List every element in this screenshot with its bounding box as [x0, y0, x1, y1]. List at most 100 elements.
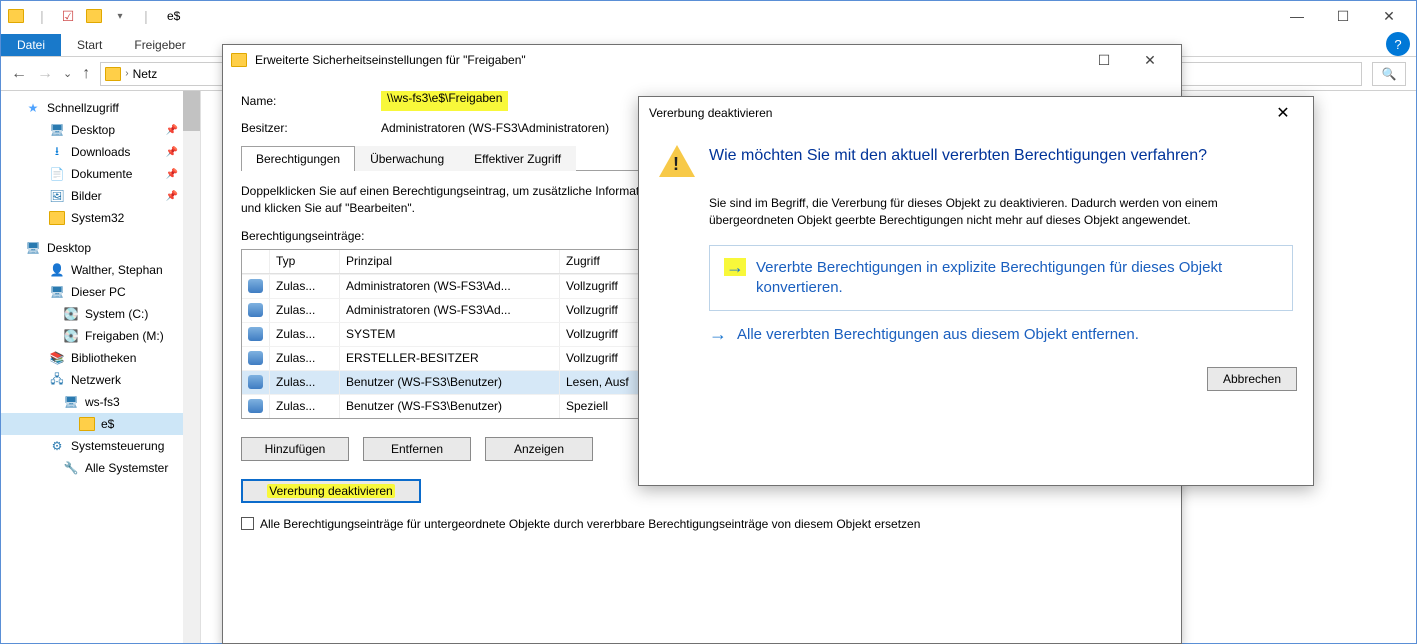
explorer-title-bar: | ☑ ▾ | e$ — ☐ ✕	[1, 1, 1416, 31]
cancel-button[interactable]: Abbrechen	[1207, 367, 1297, 391]
pin-icon: 📌	[166, 125, 178, 136]
disable-inheritance-button[interactable]: Vererbung deaktivieren	[241, 479, 421, 503]
disable-inheritance-label: Vererbung deaktivieren	[267, 484, 394, 498]
documents-icon: 📄	[49, 166, 65, 182]
option-remove[interactable]: → Alle vererbten Berechtigungen aus dies…	[709, 325, 1293, 345]
confirm-title-bar: Vererbung deaktivieren ✕	[639, 97, 1313, 129]
tree-libraries[interactable]: 📚 Bibliotheken	[1, 347, 200, 369]
tab-permissions[interactable]: Berechtigungen	[241, 146, 355, 171]
folder-icon	[5, 5, 27, 27]
pin-icon: 📌	[166, 147, 178, 158]
replace-checkbox-label: Alle Berechtigungseinträge für untergeor…	[260, 517, 920, 531]
divider-icon: |	[135, 5, 157, 27]
name-label: Name:	[241, 94, 381, 108]
divider-icon: |	[31, 5, 53, 27]
scrollbar-thumb[interactable]	[183, 91, 200, 131]
tree-user[interactable]: 👤 Walther, Stephan	[1, 259, 200, 281]
tree-label: Alle Systemster	[85, 461, 168, 475]
breadcrumb-segment[interactable]: Netz	[133, 67, 158, 81]
tree-label: System (C:)	[85, 307, 148, 321]
maximize-button[interactable]: ☐	[1320, 1, 1366, 31]
tab-auditing[interactable]: Überwachung	[355, 146, 459, 171]
network-icon: 🖧	[49, 372, 65, 388]
navigation-tree[interactable]: ★ Schnellzugriff 🖥 Desktop 📌 ⭳ Downloads…	[1, 91, 201, 643]
recent-chevron-icon[interactable]: ⌄	[63, 67, 72, 80]
tree-label: e$	[101, 417, 114, 431]
arrow-right-icon: →	[724, 258, 746, 276]
drive-icon: 💽	[63, 306, 79, 322]
tree-allsettings[interactable]: 🔧 Alle Systemster	[1, 457, 200, 479]
tree-label: Bilder	[71, 189, 102, 203]
search-box[interactable]: 🔍	[1372, 62, 1406, 86]
pin-icon: 📌	[166, 191, 178, 202]
folder-icon	[231, 53, 247, 67]
replace-checkbox-row[interactable]: Alle Berechtigungseinträge für untergeor…	[241, 517, 1163, 531]
pictures-icon: 🖼	[49, 188, 65, 204]
maximize-button[interactable]: ☐	[1081, 45, 1127, 75]
tree-label: Dokumente	[71, 167, 132, 181]
folder-icon[interactable]	[83, 5, 105, 27]
confirm-title-text: Vererbung deaktivieren	[649, 106, 772, 120]
tab-file[interactable]: Datei	[1, 34, 61, 56]
close-button[interactable]: ✕	[1366, 1, 1412, 31]
checkbox-unchecked-icon[interactable]	[241, 517, 254, 530]
scrollbar-track[interactable]	[183, 91, 200, 643]
up-button[interactable]: ↑	[82, 65, 90, 83]
add-button[interactable]: Hinzufügen	[241, 437, 349, 461]
help-icon[interactable]: ?	[1386, 32, 1410, 56]
tree-label: Freigaben (M:)	[85, 329, 164, 343]
tree-share-selected[interactable]: e$	[1, 413, 200, 435]
tree-thispc[interactable]: 🖥 Dieser PC	[1, 281, 200, 303]
tree-system32[interactable]: System32	[1, 207, 200, 229]
tree-documents[interactable]: 📄 Dokumente 📌	[1, 163, 200, 185]
group-icon	[248, 375, 263, 389]
folder-icon	[79, 417, 95, 431]
tree-network[interactable]: 🖧 Netzwerk	[1, 369, 200, 391]
tree-label: Bibliotheken	[71, 351, 136, 365]
minimize-button[interactable]: —	[1274, 1, 1320, 31]
tree-label: Schnellzugriff	[47, 101, 119, 115]
star-icon: ★	[25, 100, 41, 116]
group-icon	[248, 303, 263, 317]
tab-start[interactable]: Start	[61, 34, 118, 56]
tree-drive-c[interactable]: 💽 System (C:)	[1, 303, 200, 325]
tree-label: Systemsteuerung	[71, 439, 164, 453]
confirm-question: Wie möchten Sie mit den aktuell vererbte…	[709, 145, 1207, 167]
tree-quickaccess[interactable]: ★ Schnellzugriff	[1, 97, 200, 119]
libraries-icon: 📚	[49, 350, 65, 366]
tree-label: ws-fs3	[85, 395, 120, 409]
folder-icon	[49, 211, 65, 225]
remove-button[interactable]: Entfernen	[363, 437, 471, 461]
col-type[interactable]: Typ	[270, 250, 340, 273]
back-button[interactable]: ←	[11, 65, 27, 83]
desktop-icon: 🖥	[25, 240, 41, 256]
controlpanel-icon: ⚙	[49, 438, 65, 454]
properties-icon[interactable]: ☑	[57, 5, 79, 27]
col-principal[interactable]: Prinzipal	[340, 250, 560, 273]
group-icon	[248, 399, 263, 413]
option-convert[interactable]: → Vererbte Berechtigungen in explizite B…	[709, 245, 1293, 312]
dialog-title: Erweiterte Sicherheitseinstellungen für …	[255, 53, 526, 67]
tree-controlpanel[interactable]: ⚙ Systemsteuerung	[1, 435, 200, 457]
owner-value: Administratoren (WS-FS3\Administratoren)	[381, 121, 609, 135]
tree-downloads[interactable]: ⭳ Downloads 📌	[1, 141, 200, 163]
close-button[interactable]: ✕	[1127, 45, 1173, 75]
chevron-right-icon: ›	[125, 68, 128, 79]
arrow-right-icon: →	[709, 325, 727, 343]
tree-drive-m[interactable]: 💽 Freigaben (M:)	[1, 325, 200, 347]
qat-chevron-icon[interactable]: ▾	[109, 5, 131, 27]
tree-label: Walther, Stephan	[71, 263, 163, 277]
close-button[interactable]: ✕	[1263, 97, 1303, 129]
tree-pictures[interactable]: 🖼 Bilder 📌	[1, 185, 200, 207]
computer-icon: 🖥	[63, 394, 79, 410]
tree-host[interactable]: 🖥 ws-fs3	[1, 391, 200, 413]
forward-button[interactable]: →	[37, 65, 53, 83]
tree-label: Dieser PC	[71, 285, 126, 299]
tree-desktop-root[interactable]: 🖥 Desktop	[1, 237, 200, 259]
tree-desktop[interactable]: 🖥 Desktop 📌	[1, 119, 200, 141]
tab-effective[interactable]: Effektiver Zugriff	[459, 146, 576, 171]
security-dialog-title-bar: Erweiterte Sicherheitseinstellungen für …	[223, 45, 1181, 75]
group-icon	[248, 351, 263, 365]
view-button[interactable]: Anzeigen	[485, 437, 593, 461]
tab-share[interactable]: Freigeber	[118, 34, 201, 56]
